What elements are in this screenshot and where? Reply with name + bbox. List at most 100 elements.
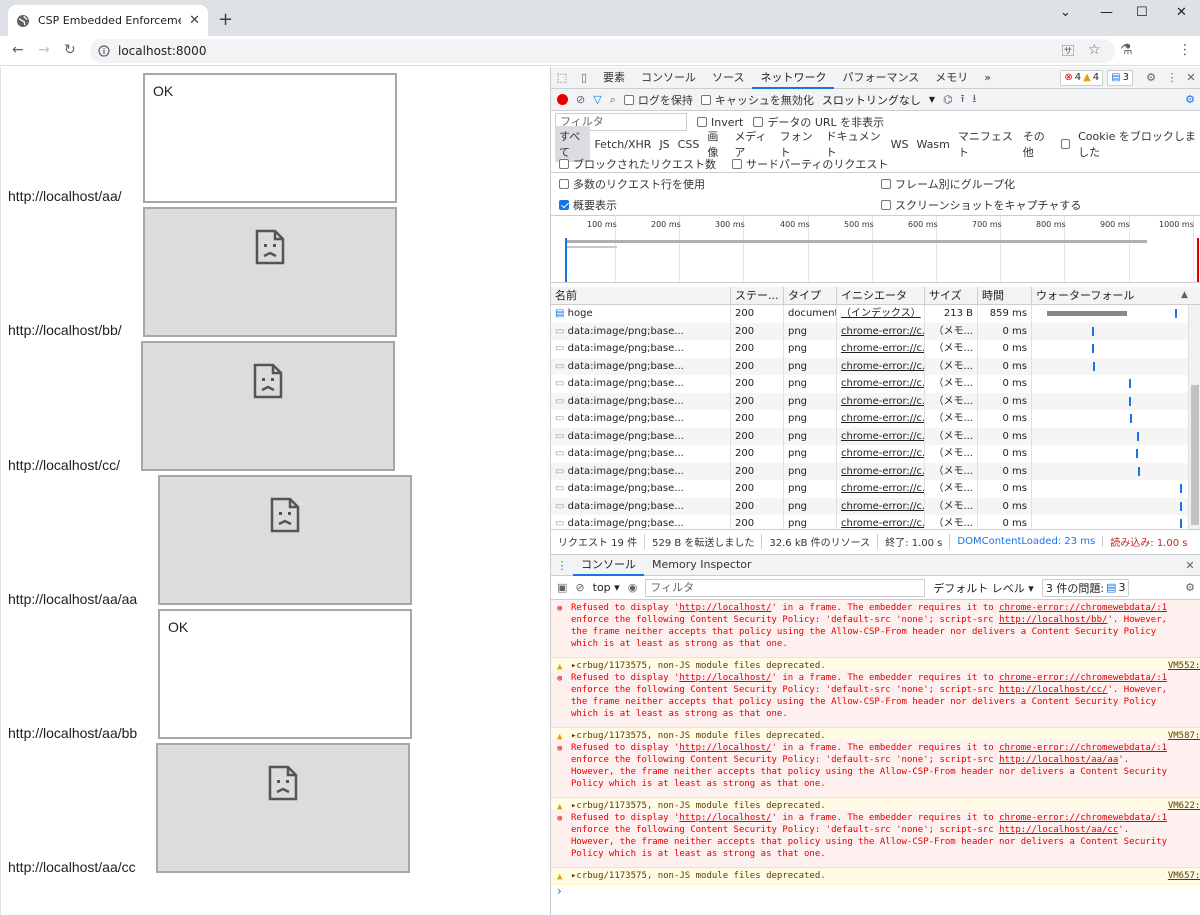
maximize-icon[interactable]: ☐ xyxy=(1136,5,1148,20)
drawer-menu-icon[interactable]: ⋮ xyxy=(551,559,573,572)
tab-elements[interactable]: 要素 xyxy=(595,67,633,89)
inspect-element-icon[interactable]: ⬚ xyxy=(551,67,573,89)
iframe-aa-cc-error[interactable] xyxy=(156,743,410,873)
chevron-down-icon[interactable]: ▼ xyxy=(929,95,935,104)
close-devtools-icon[interactable]: ✕ xyxy=(1181,71,1200,84)
network-row[interactable]: ▭ data:image/png;base... 200 png chrome-err… xyxy=(551,322,1188,340)
cell-initiator[interactable]: chrome-error://c... xyxy=(837,357,925,375)
throttling-select[interactable]: スロットリングなし xyxy=(822,92,921,108)
settings-gear-icon[interactable]: ⚙ xyxy=(1139,71,1163,84)
record-icon[interactable] xyxy=(557,94,568,105)
network-row[interactable]: ▭ data:image/png;base... 200 png chrome-err… xyxy=(551,340,1188,358)
close-tab-icon[interactable]: ✕ xyxy=(189,13,200,28)
device-toolbar-icon[interactable]: ▯ xyxy=(573,67,595,89)
console-filter-input[interactable]: フィルタ xyxy=(645,578,926,597)
type-fetch-xhr[interactable]: Fetch/XHR xyxy=(590,136,655,153)
source-link[interactable]: chrome-error://chromewebdata/:1 xyxy=(999,743,1167,753)
source-link[interactable]: chrome-error://chromewebdata/:1 xyxy=(999,603,1167,613)
overview-checkbox[interactable]: 概要表示 xyxy=(559,197,881,213)
blocked-requests-checkbox[interactable]: ブロックされたリクエスト数 xyxy=(559,156,716,172)
table-scrollbar[interactable] xyxy=(1188,305,1200,529)
browser-tab[interactable]: CSP Embedded Enforcement Test ✕ xyxy=(8,5,208,36)
network-row[interactable]: ▭ data:image/png;base... 200 png chrome-err… xyxy=(551,392,1188,410)
export-har-icon[interactable]: ⭳ xyxy=(972,90,976,109)
cell-initiator[interactable]: chrome-error://c... xyxy=(837,462,925,480)
network-conditions-icon[interactable]: ⌬ xyxy=(943,93,953,106)
source-link[interactable]: chrome-error://chromewebdata/:1 xyxy=(999,813,1167,823)
clear-console-icon[interactable]: ⊘ xyxy=(575,581,584,594)
col-size[interactable]: サイズ xyxy=(925,287,978,305)
capture-screenshots-checkbox[interactable]: スクリーンショットをキャプチャする xyxy=(881,197,1081,213)
cell-initiator[interactable]: chrome-error://c... xyxy=(837,515,925,529)
network-overview-timeline[interactable]: 100 ms 200 ms 300 ms 400 ms 500 ms 600 m… xyxy=(551,215,1200,284)
disable-cache-checkbox[interactable]: キャッシュを無効化 xyxy=(700,92,814,108)
address-bar[interactable]: localhost:8000 xyxy=(90,39,1115,63)
tab-sources[interactable]: ソース xyxy=(704,67,752,89)
network-row[interactable]: ▭ data:image/png;base... 200 png chrome-err… xyxy=(551,427,1188,445)
console-issues-button[interactable]: 3 件の問題: ▤ 3 xyxy=(1041,578,1130,597)
bookmark-star-icon[interactable]: ☆ xyxy=(1088,42,1101,58)
iframe-cc-error[interactable] xyxy=(141,341,395,471)
cell-initiator[interactable]: chrome-error://c... xyxy=(837,392,925,410)
info-icon[interactable] xyxy=(98,45,110,57)
col-name[interactable]: 名前 xyxy=(551,287,731,305)
cell-initiator[interactable]: chrome-error://c... xyxy=(837,445,925,463)
close-drawer-icon[interactable]: ✕ xyxy=(1179,559,1200,572)
iframe-aa-bb[interactable]: OK xyxy=(158,609,412,739)
more-tabs-icon[interactable]: » xyxy=(976,67,999,89)
scrollbar-thumb[interactable] xyxy=(1191,385,1199,525)
context-select[interactable]: top ▾ xyxy=(593,581,620,594)
cell-initiator[interactable]: chrome-error://c... xyxy=(837,480,925,498)
network-row[interactable]: ▭ data:image/png;base... 200 png chrome-err… xyxy=(551,375,1188,393)
message-link[interactable]: http://localhost/ xyxy=(679,743,771,753)
iframe-aa[interactable]: OK xyxy=(143,73,397,203)
type-ws[interactable]: WS xyxy=(887,136,913,153)
third-party-checkbox[interactable]: サードパーティのリクエスト xyxy=(732,156,888,172)
source-link[interactable]: chrome-error://chromewebdata/:1 xyxy=(999,673,1167,683)
filter-funnel-icon[interactable]: ▽ xyxy=(593,93,601,106)
message-link[interactable]: http://localhost/aa/cc xyxy=(999,825,1118,835)
network-row[interactable]: ▭ data:image/png;base... 200 png chrome-err… xyxy=(551,497,1188,515)
import-har-icon[interactable]: ⭱ xyxy=(961,90,965,109)
menu-kebab-icon[interactable]: ⋮ xyxy=(1178,42,1192,58)
drawer-tab-console[interactable]: コンソール xyxy=(573,554,644,576)
network-row[interactable]: ▤ hoge 200 document （インデックス） 213 B 859 ms xyxy=(551,305,1188,323)
console-prompt[interactable]: › xyxy=(557,884,562,898)
new-tab-icon[interactable]: + xyxy=(218,9,233,30)
cell-initiator[interactable]: chrome-error://c... xyxy=(837,340,925,358)
network-row[interactable]: ▭ data:image/png;base... 200 png chrome-err… xyxy=(551,462,1188,480)
cell-initiator[interactable]: chrome-error://c... xyxy=(837,322,925,340)
message-link[interactable]: http://localhost/cc/ xyxy=(999,685,1107,695)
cell-initiator[interactable]: chrome-error://c... xyxy=(837,410,925,428)
drawer-tab-memory-inspector[interactable]: Memory Inspector xyxy=(644,554,760,576)
back-icon[interactable]: ← xyxy=(12,42,24,58)
reload-icon[interactable]: ↻ xyxy=(64,42,76,58)
forward-icon[interactable]: → xyxy=(38,42,50,58)
col-status[interactable]: ステー... xyxy=(731,287,784,305)
network-row[interactable]: ▭ data:image/png;base... 200 png chrome-err… xyxy=(551,410,1188,428)
log-levels-select[interactable]: デフォルト レベル ▾ xyxy=(933,580,1034,596)
issues-badge[interactable]: ▤ 3 xyxy=(1107,69,1133,86)
cell-initiator[interactable]: chrome-error://c... xyxy=(837,375,925,393)
message-link[interactable]: http://localhost/ xyxy=(679,603,771,613)
labs-flask-icon[interactable]: ⚗ xyxy=(1120,42,1133,58)
devtools-menu-icon[interactable]: ⋮ xyxy=(1163,71,1181,84)
tab-performance[interactable]: パフォーマンス xyxy=(834,67,927,89)
search-icon[interactable]: ⌕ xyxy=(610,93,616,107)
cell-initiator[interactable]: chrome-error://c... xyxy=(837,427,925,445)
tab-console[interactable]: コンソール xyxy=(633,67,704,89)
message-link[interactable]: http://localhost/ xyxy=(679,813,771,823)
group-by-frame-checkbox[interactable]: フレーム別にグループ化 xyxy=(881,176,1015,192)
col-time[interactable]: 時間 xyxy=(978,287,1032,305)
network-settings-icon[interactable]: ⚙ xyxy=(1185,93,1195,106)
sidebar-toggle-icon[interactable]: ▣ xyxy=(557,581,567,594)
live-expression-eye-icon[interactable]: ◉ xyxy=(628,581,638,594)
iframe-bb-error[interactable] xyxy=(143,207,397,337)
translate-icon[interactable]: 🈂 xyxy=(1062,42,1074,59)
preserve-log-checkbox[interactable]: ログを保持 xyxy=(623,92,693,108)
tab-network[interactable]: ネットワーク xyxy=(752,67,835,89)
console-settings-icon[interactable]: ⚙ xyxy=(1185,581,1195,594)
col-waterfall[interactable]: ウォーターフォール xyxy=(1032,287,1200,305)
network-row[interactable]: ▭ data:image/png;base... 200 png chrome-err… xyxy=(551,445,1188,463)
minimize-icon[interactable]: — xyxy=(1100,5,1113,20)
